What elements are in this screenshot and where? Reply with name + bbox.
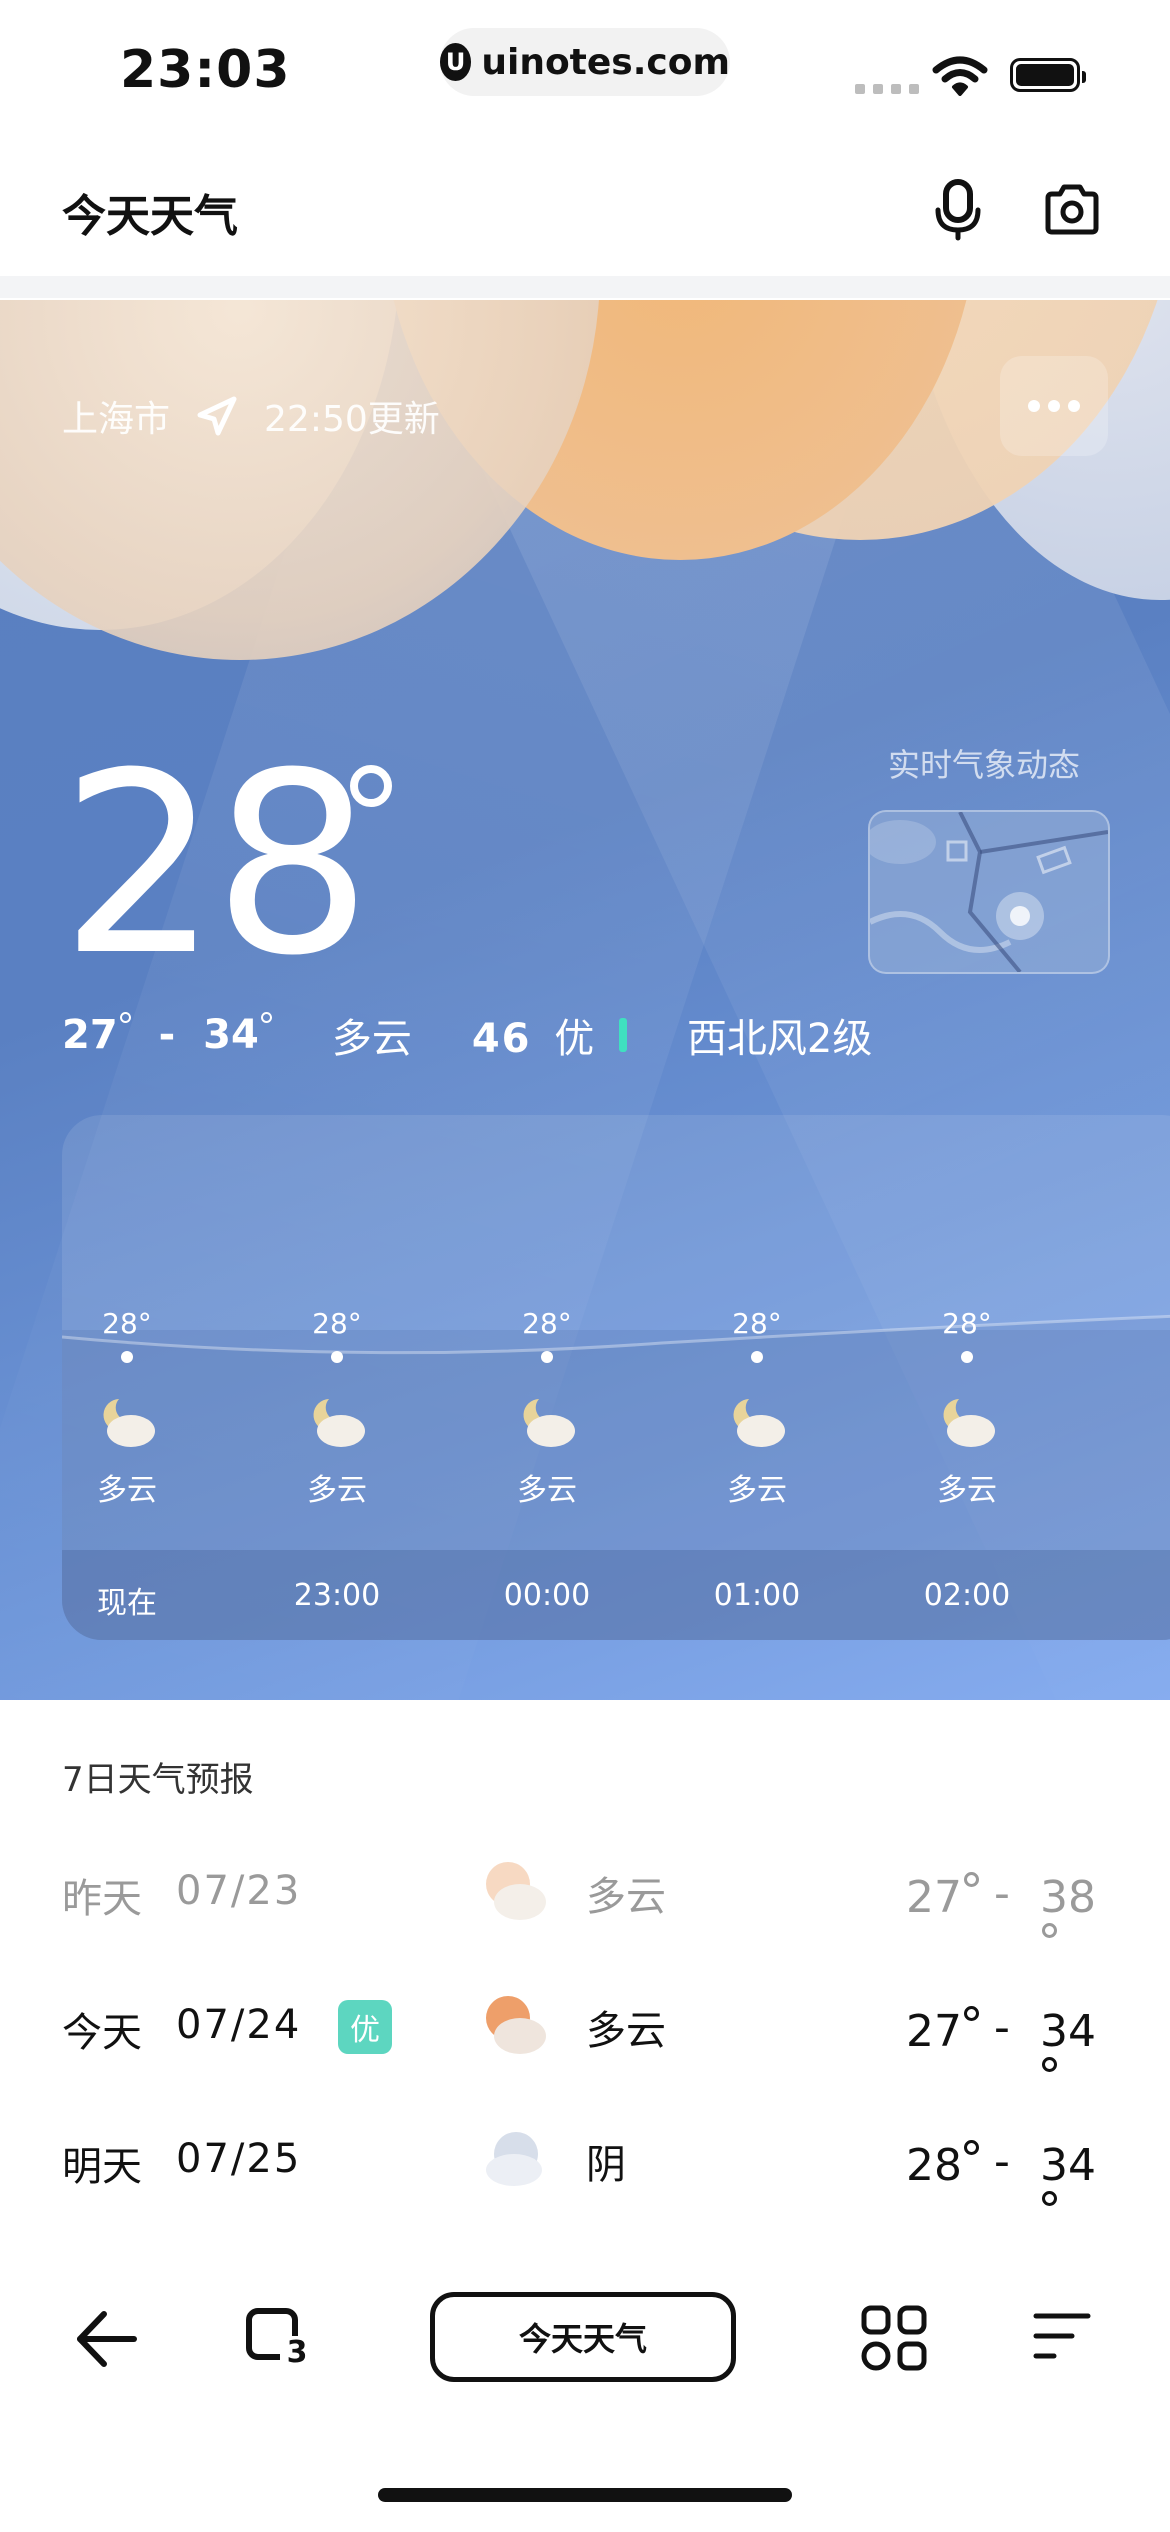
forecast-high: 34	[1040, 2140, 1112, 2242]
partly-cloudy-night-icon	[103, 1399, 155, 1447]
camera-icon[interactable]	[1042, 180, 1102, 240]
apps-grid-icon[interactable]	[860, 2304, 928, 2372]
forecast-day: 昨天	[62, 1876, 142, 1922]
header-divider	[0, 276, 1170, 298]
aqi-color-bar	[618, 1018, 627, 1052]
home-indicator	[378, 2488, 792, 2502]
hourly-condition: 多云	[517, 1473, 577, 1508]
forecast-day: 今天	[62, 2010, 142, 2056]
tabs-button[interactable]: 3	[240, 2302, 314, 2372]
overcast-cloud-icon	[486, 2132, 542, 2186]
aqi-badge: 优	[338, 2000, 392, 2054]
battery-icon	[1010, 58, 1086, 92]
condition-text: 多云	[331, 1016, 412, 1062]
partly-cloudy-icon	[486, 1862, 546, 1920]
status-time: 23:03	[120, 40, 291, 100]
aqi-level: 优	[554, 1016, 595, 1062]
hourly-condition: 多云	[307, 1473, 367, 1508]
hourly-condition: 多云	[937, 1473, 997, 1508]
hourly-temp: 28°	[522, 1307, 572, 1340]
summary-row: 27 - 34 多云 46 优 西北风2级	[62, 1006, 872, 1064]
hourly-time: 23:00	[293, 1578, 381, 1613]
current-weather-panel: 上海市 22:50更新 28 27 - 34 多云 46 优 西北风2级 实时气…	[0, 300, 1170, 1700]
forecast-title: 7日天气预报	[62, 1760, 254, 1800]
hourly-temp: 28°	[102, 1307, 152, 1340]
forecast-condition: 阴	[586, 2142, 626, 2188]
hourly-time: 现在	[97, 1586, 157, 1621]
microphone-icon[interactable]	[930, 178, 986, 242]
forecast-high: 34	[1040, 2006, 1112, 2108]
back-arrow-icon[interactable]	[72, 2304, 142, 2374]
hourly-time: 00:00	[503, 1578, 591, 1613]
range-low: 27	[62, 1012, 118, 1058]
partly-cloudy-night-icon	[733, 1399, 785, 1447]
aqi-indicator[interactable]: 46 优	[472, 1006, 627, 1064]
hourly-temp: 28°	[312, 1307, 362, 1340]
forecast-dash: -	[994, 2002, 1010, 2053]
menu-icon[interactable]	[1030, 2304, 1094, 2368]
page-title: 今天天气	[62, 191, 238, 242]
url-text: uinotes.com	[481, 41, 730, 83]
realtime-weather-label: 实时气象动态	[888, 746, 1081, 784]
cellular-signal-icon	[855, 84, 919, 94]
location-arrow-icon	[197, 396, 237, 436]
partly-cloudy-night-icon	[313, 1399, 365, 1447]
partly-cloudy-icon	[486, 1996, 546, 2054]
wifi-icon	[932, 56, 988, 96]
forecast-condition: 多云	[586, 2008, 666, 2054]
url-pill[interactable]: U uinotes.com	[440, 28, 730, 96]
more-dots-icon	[1028, 400, 1040, 412]
temp-point	[331, 1351, 343, 1363]
temp-point	[121, 1351, 133, 1363]
hourly-time: 01:00	[713, 1578, 801, 1613]
forecast-low: 28	[906, 2140, 979, 2191]
range-separator: -	[158, 1012, 176, 1058]
city-name: 上海市	[62, 399, 171, 440]
degree-symbol	[350, 765, 392, 807]
location-row[interactable]: 上海市 22:50更新	[62, 390, 440, 442]
update-time: 22:50更新	[264, 399, 440, 440]
temp-range: 27 - 34	[62, 1012, 272, 1058]
partly-cloudy-night-icon	[943, 1399, 995, 1447]
more-options-button[interactable]	[1000, 356, 1108, 456]
hourly-forecast-card[interactable]: 28° 多云现在 28° 多云 23:00 28° 多云 00:00 28° 多云 01:00 28°…	[62, 1115, 1170, 1640]
forecast-row-yesterday[interactable]: 昨天 07/23 多云 27 - 38	[62, 1856, 1112, 1946]
temp-point	[751, 1351, 763, 1363]
search-query-button[interactable]: 今天天气	[430, 2292, 736, 2382]
hourly-condition: 多云	[97, 1473, 157, 1508]
forecast-dash: -	[994, 1868, 1010, 1919]
forecast-dash: -	[994, 2136, 1010, 2187]
hourly-temp: 28°	[942, 1307, 992, 1340]
hourly-time: 02:00	[923, 1578, 1011, 1613]
forecast-low: 27	[906, 1872, 979, 1923]
site-logo-icon: U	[440, 43, 472, 81]
forecast-row-today[interactable]: 今天 07/24 优 多云 27 - 34	[62, 1990, 1112, 2080]
forecast-condition: 多云	[586, 1874, 666, 1920]
current-temperature: 28	[60, 719, 372, 1010]
forecast-date: 07/24	[176, 2002, 302, 2048]
forecast-high: 38	[1040, 1872, 1112, 1974]
forecast-date: 07/23	[176, 1868, 302, 1914]
realtime-map-thumbnail[interactable]	[868, 810, 1110, 974]
tab-count: 3	[280, 2336, 314, 2370]
forecast-day: 明天	[62, 2144, 142, 2190]
partly-cloudy-night-icon	[523, 1399, 575, 1447]
aqi-value: 46	[471, 1016, 532, 1062]
hourly-condition: 多云	[727, 1473, 787, 1508]
forecast-date: 07/25	[176, 2136, 302, 2182]
forecast-row-tomorrow[interactable]: 明天 07/25 阴 28 - 34	[62, 2124, 1112, 2214]
range-high: 34	[203, 1012, 259, 1058]
wind-text: 西北风2级	[686, 1016, 873, 1062]
forecast-low: 27	[906, 2006, 979, 2057]
temp-point	[541, 1351, 553, 1363]
hourly-temp: 28°	[732, 1307, 782, 1340]
temp-point	[961, 1351, 973, 1363]
